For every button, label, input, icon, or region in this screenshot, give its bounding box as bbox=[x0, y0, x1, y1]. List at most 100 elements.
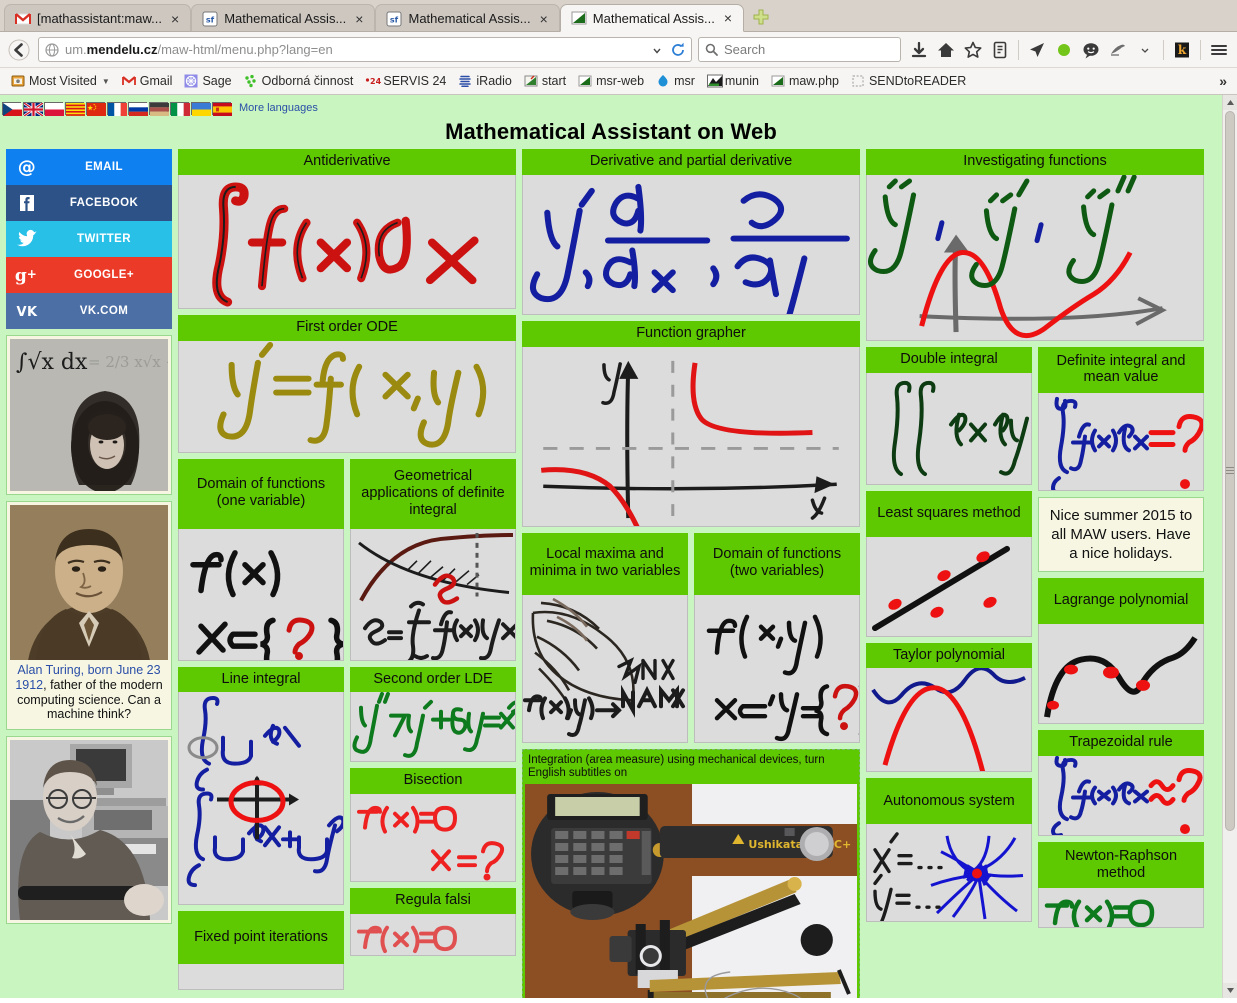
address-bar[interactable]: um.mendelu.cz/maw-html/menu.php?lang=en bbox=[38, 37, 692, 62]
tab-strip: [mathassistant:maw... × sf Mathematical … bbox=[0, 0, 1237, 32]
flag-spain[interactable] bbox=[212, 101, 232, 116]
social-facebook-button[interactable]: FACEBOOK bbox=[6, 185, 172, 221]
tile-function-grapher[interactable]: Function grapher bbox=[522, 320, 860, 527]
bookmark-sendtoreader[interactable]: SENDtoREADER bbox=[846, 72, 971, 90]
tile-lagrange-polynomial[interactable]: Lagrange polynomial bbox=[1038, 578, 1204, 725]
chat-icon[interactable] bbox=[1079, 38, 1103, 62]
flag-poland[interactable] bbox=[44, 101, 64, 116]
bookmark-munin[interactable]: munin bbox=[702, 72, 764, 90]
back-icon[interactable] bbox=[6, 37, 32, 63]
home-icon[interactable] bbox=[934, 38, 958, 62]
reader-list-icon[interactable] bbox=[988, 38, 1012, 62]
k-addon-icon[interactable]: k bbox=[1170, 38, 1194, 62]
bookmark-start[interactable]: start bbox=[519, 72, 571, 90]
bookmark-servis24[interactable]: 24 SERVIS 24 bbox=[360, 72, 451, 90]
bookmark-msr-web[interactable]: msr-web bbox=[573, 72, 649, 90]
addon-icon[interactable] bbox=[1106, 38, 1130, 62]
status-dot-icon[interactable] bbox=[1052, 38, 1076, 62]
tile-domain-one-variable[interactable]: Domain of functions (one variable) bbox=[178, 458, 344, 661]
flag-uk[interactable] bbox=[23, 101, 43, 116]
flag-germany[interactable] bbox=[149, 101, 169, 116]
tile-trapezoidal-rule[interactable]: Trapezoidal rule bbox=[1038, 730, 1204, 837]
facebook-icon bbox=[6, 193, 48, 213]
tile-title: Domain of functions (one variable) bbox=[178, 458, 344, 529]
send-icon[interactable] bbox=[1025, 38, 1049, 62]
menu-hamburger-icon[interactable] bbox=[1207, 38, 1231, 62]
woman-integral-photo-box[interactable]: ∫√x dx = 2/3 x√x +C bbox=[6, 335, 172, 495]
tile-fixed-point-iterations[interactable]: Fixed point iterations bbox=[178, 911, 344, 991]
bookmark-iradio[interactable]: iRadio bbox=[453, 72, 516, 90]
browser-tab-4[interactable]: Mathematical Assis... × bbox=[559, 4, 745, 32]
sage-icon bbox=[184, 74, 198, 88]
tile-local-extrema[interactable]: Local maxima and minima in two variables bbox=[522, 532, 688, 743]
bookmark-maw-php[interactable]: maw.php bbox=[766, 72, 844, 90]
tile-line-integral[interactable]: Line integral bbox=[178, 666, 344, 906]
alan-turing-photo-box[interactable]: Alan Turing, born June 23 1912, father o… bbox=[6, 501, 172, 730]
video-tile-integration[interactable]: Integration (area measure) using mechani… bbox=[522, 748, 860, 998]
flag-catalonia[interactable] bbox=[65, 101, 85, 116]
tile-title: Least squares method bbox=[866, 490, 1032, 537]
bookmarks-bar: Most Visited ▼ Gmail Sage Odborná činnos… bbox=[0, 68, 1237, 95]
close-icon[interactable]: × bbox=[352, 11, 366, 27]
downloads-icon[interactable] bbox=[907, 38, 931, 62]
scroll-up-button[interactable] bbox=[1223, 95, 1237, 110]
tiles-column-2: Derivative and partial derivative Functi… bbox=[522, 149, 860, 998]
vertical-scrollbar[interactable] bbox=[1222, 95, 1237, 998]
maw-icon bbox=[571, 10, 587, 26]
woman-integral-photo: ∫√x dx = 2/3 x√x +C bbox=[10, 339, 168, 491]
flag-france[interactable] bbox=[107, 101, 127, 116]
stephen-hawking-photo-box[interactable] bbox=[6, 736, 172, 924]
browser-tab-2[interactable]: sf Mathematical Assis... × bbox=[191, 4, 376, 32]
bookmarks-overflow-button[interactable]: » bbox=[1215, 73, 1231, 89]
social-vk-button[interactable]: VK VK.COM bbox=[6, 293, 172, 329]
tile-domain-two-variables[interactable]: Domain of functions (two variables) bbox=[694, 532, 860, 743]
flag-russia[interactable] bbox=[128, 101, 148, 116]
tile-taylor-polynomial[interactable]: Taylor polynomial bbox=[866, 642, 1032, 773]
bookmark-most-visited[interactable]: Most Visited ▼ bbox=[6, 72, 115, 90]
chevron-down-icon[interactable]: ▼ bbox=[102, 77, 110, 86]
tile-regula-falsi[interactable]: Regula falsi bbox=[350, 888, 516, 957]
dropdown-caret-icon[interactable] bbox=[651, 44, 663, 56]
reload-icon[interactable] bbox=[669, 41, 687, 59]
search-input[interactable]: Search bbox=[698, 37, 901, 62]
scroll-down-button[interactable] bbox=[1223, 983, 1237, 998]
bookmark-odborna-cinnost[interactable]: Odborná činnost bbox=[239, 72, 359, 90]
bisection-art bbox=[350, 794, 516, 883]
tile-derivative[interactable]: Derivative and partial derivative bbox=[522, 149, 860, 315]
svg-text:+: + bbox=[27, 267, 37, 281]
new-tab-button[interactable] bbox=[748, 4, 774, 30]
flag-china[interactable] bbox=[86, 101, 106, 116]
flag-ukraine[interactable] bbox=[191, 101, 211, 116]
social-googleplus-button[interactable]: g + GOOGLE+ bbox=[6, 257, 172, 293]
more-languages-link[interactable]: More languages bbox=[239, 102, 318, 114]
browser-tab-1[interactable]: [mathassistant:maw... × bbox=[4, 4, 192, 32]
close-icon[interactable]: × bbox=[537, 11, 551, 27]
tile-newton-raphson[interactable]: Newton-Raphson method bbox=[1038, 842, 1204, 929]
taylor-polynomial-art bbox=[866, 668, 1032, 773]
social-email-button[interactable]: @ EMAIL bbox=[6, 149, 172, 185]
tile-investigating-functions[interactable]: Investigating functions bbox=[866, 149, 1204, 341]
flag-italy[interactable] bbox=[170, 101, 190, 116]
browser-tab-3[interactable]: sf Mathematical Assis... × bbox=[375, 4, 560, 32]
tile-least-squares[interactable]: Least squares method bbox=[866, 490, 1032, 637]
bookmark-msr[interactable]: msr bbox=[651, 72, 700, 90]
bookmark-label: SERVIS 24 bbox=[383, 74, 447, 88]
bookmark-label: Sage bbox=[202, 74, 232, 88]
bookmark-sage[interactable]: Sage bbox=[179, 72, 236, 90]
flag-czech[interactable] bbox=[2, 101, 22, 116]
tile-second-order-lde[interactable]: Second order LDE bbox=[350, 666, 516, 763]
tile-definite-integral[interactable]: Definite integral and mean value bbox=[1038, 346, 1204, 491]
bookmark-gmail[interactable]: Gmail bbox=[117, 72, 178, 90]
tile-first-order-ode[interactable]: First order ODE bbox=[178, 314, 516, 453]
social-twitter-button[interactable]: TWITTER bbox=[6, 221, 172, 257]
bookmark-star-icon[interactable] bbox=[961, 38, 985, 62]
tile-double-integral[interactable]: Double integral bbox=[866, 346, 1032, 485]
tile-antiderivative[interactable]: Antiderivative bbox=[178, 149, 516, 309]
divider bbox=[1200, 39, 1201, 60]
tile-bisection[interactable]: Bisection bbox=[350, 768, 516, 883]
close-icon[interactable]: × bbox=[721, 10, 735, 26]
addon-caret-icon[interactable] bbox=[1133, 38, 1157, 62]
close-icon[interactable]: × bbox=[168, 11, 182, 27]
tile-geometrical-applications[interactable]: Geometrical applications of definite int… bbox=[350, 458, 516, 661]
tile-autonomous-system[interactable]: Autonomous system bbox=[866, 778, 1032, 923]
